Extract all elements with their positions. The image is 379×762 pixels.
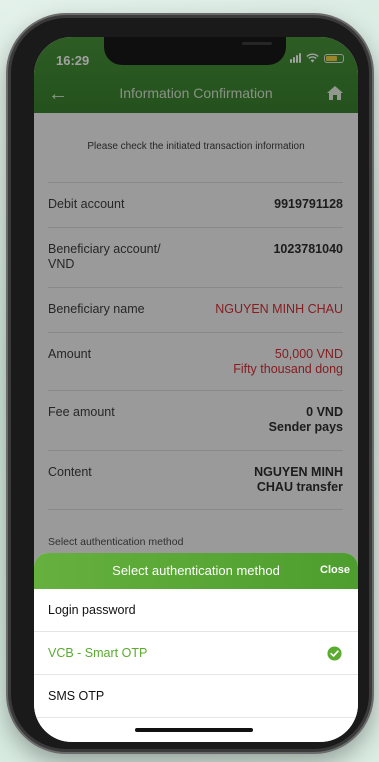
app-screen: 16:29 ← Information Confirmation Please … [34,37,358,742]
option-label: SMS OTP [48,689,105,703]
option-label: VCB - Smart OTP [48,646,148,660]
option-smart-otp[interactable]: VCB - Smart OTP [34,632,358,675]
home-indicator [135,728,253,732]
option-sms-otp[interactable]: SMS OTP [34,675,358,718]
close-button[interactable]: Close [320,564,350,576]
check-circle-icon [327,645,342,661]
auth-method-sheet: Select authentication method Close Login… [34,553,358,742]
sheet-header: Select authentication method Close [34,553,358,589]
option-label: Login password [48,603,136,617]
option-login-password[interactable]: Login password [34,589,358,632]
sheet-title: Select authentication method [112,563,280,578]
